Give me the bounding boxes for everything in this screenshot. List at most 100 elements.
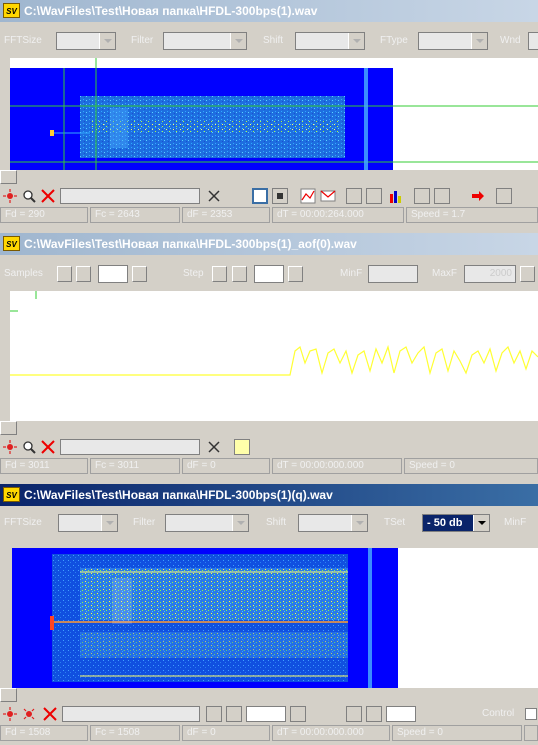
scroll-thumb[interactable] (0, 170, 17, 184)
scroll-thumb[interactable] (0, 688, 17, 702)
ftype-label: FType (380, 35, 408, 46)
tset-value: - 50 db (427, 517, 463, 529)
control-label: Control (482, 708, 515, 719)
filter-combo[interactable] (165, 514, 249, 532)
chevron-down-icon[interactable] (471, 33, 487, 49)
mail-icon[interactable] (320, 188, 336, 204)
sun-alt-icon[interactable] (21, 706, 37, 722)
maxf-spin-button[interactable] (520, 266, 535, 282)
clear-icon[interactable] (206, 439, 222, 455)
status-fc: Fc = 1508 (90, 725, 180, 741)
status-speed: Speed = 1.7 (406, 207, 538, 223)
control-checkbox[interactable] (525, 708, 537, 720)
window-1-statusbar: Fd = 290 Fc = 2643 dF = 2353 dT = 00:00:… (0, 207, 538, 223)
status-fd: Fd = 3011 (0, 458, 88, 474)
window-3-hscroll[interactable] (0, 688, 538, 702)
maxf-input[interactable]: 2000 (464, 265, 516, 283)
status-extra (524, 725, 538, 741)
status-dt: dT = 00:00:264.000 (272, 207, 404, 223)
window-1-titlebar[interactable]: SV C:\WavFiles\Test\Новая папка\HFDL-300… (0, 0, 538, 22)
waveform-canvas[interactable] (10, 291, 538, 421)
fftsize-combo[interactable] (56, 32, 116, 50)
chevron-down-icon[interactable] (232, 515, 248, 531)
tool-button[interactable] (346, 188, 362, 204)
step-spin-button[interactable] (288, 266, 303, 282)
arrow-right-icon[interactable] (470, 188, 486, 204)
wnd-label: Wnd (500, 35, 521, 46)
samples-down-button[interactable] (57, 266, 72, 282)
step-down-button[interactable] (212, 266, 227, 282)
window-spectrogram-1: SV C:\WavFiles\Test\Новая папка\HFDL-300… (0, 0, 538, 228)
scroll-thumb[interactable] (0, 421, 17, 435)
minf-input[interactable] (368, 265, 418, 283)
ftype-combo[interactable] (418, 32, 488, 50)
chevron-down-icon[interactable] (99, 33, 115, 49)
filter-label: Filter (131, 35, 154, 46)
tool-button[interactable] (346, 706, 362, 722)
window-3-titlebar[interactable]: SV C:\WavFiles\Test\Новая папка\HFDL-300… (0, 484, 538, 506)
status-dt: dT = 00:00:000.000 (272, 725, 390, 741)
tool-button[interactable] (206, 706, 222, 722)
chart-icon[interactable] (300, 188, 316, 204)
spectrogram-canvas-2[interactable] (12, 548, 538, 688)
red-x-icon[interactable] (42, 706, 58, 722)
chevron-down-icon[interactable] (351, 515, 367, 531)
window-1-hscroll[interactable] (0, 170, 538, 184)
status-fc: Fc = 3011 (90, 458, 180, 474)
window-3-statusbar: Fd = 1508 Fc = 1508 dF = 0 dT = 00:00:00… (0, 725, 538, 741)
tool-button[interactable] (434, 188, 450, 204)
shift-combo[interactable] (298, 514, 368, 532)
step-up-button[interactable] (232, 266, 247, 282)
tool-button[interactable] (496, 188, 512, 204)
samples-up-button[interactable] (76, 266, 91, 282)
tset-label: TSet (384, 517, 406, 528)
step-input[interactable] (254, 265, 284, 283)
status-fc: Fc = 2643 (90, 207, 180, 223)
step-label: Step (183, 268, 204, 279)
red-x-icon[interactable] (40, 439, 56, 455)
bars-icon[interactable] (388, 188, 404, 204)
fftsize-combo[interactable] (58, 514, 118, 532)
red-x-icon[interactable] (40, 188, 56, 204)
tool-button[interactable] (366, 188, 382, 204)
tset-combo[interactable]: - 50 db (422, 514, 490, 532)
chevron-down-icon[interactable] (230, 33, 246, 49)
clear-icon[interactable] (206, 188, 222, 204)
sun-icon[interactable] (2, 706, 18, 722)
window-1-toolbar: FFTSize Filter Shift FType Wnd (0, 29, 538, 55)
window-2-hscroll[interactable] (0, 421, 538, 435)
spectrogram-2-plot (12, 548, 398, 688)
window-3-value-input[interactable] (246, 706, 286, 722)
tool-button[interactable] (366, 706, 382, 722)
minf-label: MinF (504, 517, 527, 528)
shift-label: Shift (263, 35, 284, 46)
samples-input[interactable] (98, 265, 128, 283)
chevron-down-icon[interactable] (101, 515, 117, 531)
shift-combo[interactable] (295, 32, 365, 50)
tool-button[interactable] (414, 188, 430, 204)
zoom-icon[interactable] (21, 439, 37, 455)
fftsize-label: FFTSize (4, 517, 42, 528)
window-3-value-input-2[interactable] (386, 706, 416, 722)
window-2-info-field (60, 439, 200, 455)
status-fd: Fd = 1508 (0, 725, 88, 741)
sun-icon[interactable] (2, 188, 18, 204)
wnd-combo[interactable] (528, 32, 538, 50)
filter-combo[interactable] (163, 32, 247, 50)
status-df: dF = 0 (182, 458, 270, 474)
samples-spin-button[interactable] (132, 266, 147, 282)
note-icon[interactable] (234, 439, 250, 455)
chevron-down-icon[interactable] (473, 515, 489, 531)
window-spectrogram-2: SV C:\WavFiles\Test\Новая папка\HFDL-300… (0, 484, 538, 745)
spectrogram-canvas-1[interactable] (10, 58, 538, 170)
status-df: dF = 0 (182, 725, 270, 741)
chevron-down-icon[interactable] (348, 33, 364, 49)
stop-icon[interactable] (272, 188, 288, 204)
frame-icon[interactable] (252, 188, 268, 204)
zoom-icon[interactable] (21, 188, 37, 204)
tool-button[interactable] (290, 706, 306, 722)
filter-label: Filter (133, 517, 156, 528)
tool-button[interactable] (226, 706, 242, 722)
window-2-titlebar[interactable]: SV C:\WavFiles\Test\Новая папка\HFDL-300… (0, 233, 538, 255)
sun-icon[interactable] (2, 439, 18, 455)
